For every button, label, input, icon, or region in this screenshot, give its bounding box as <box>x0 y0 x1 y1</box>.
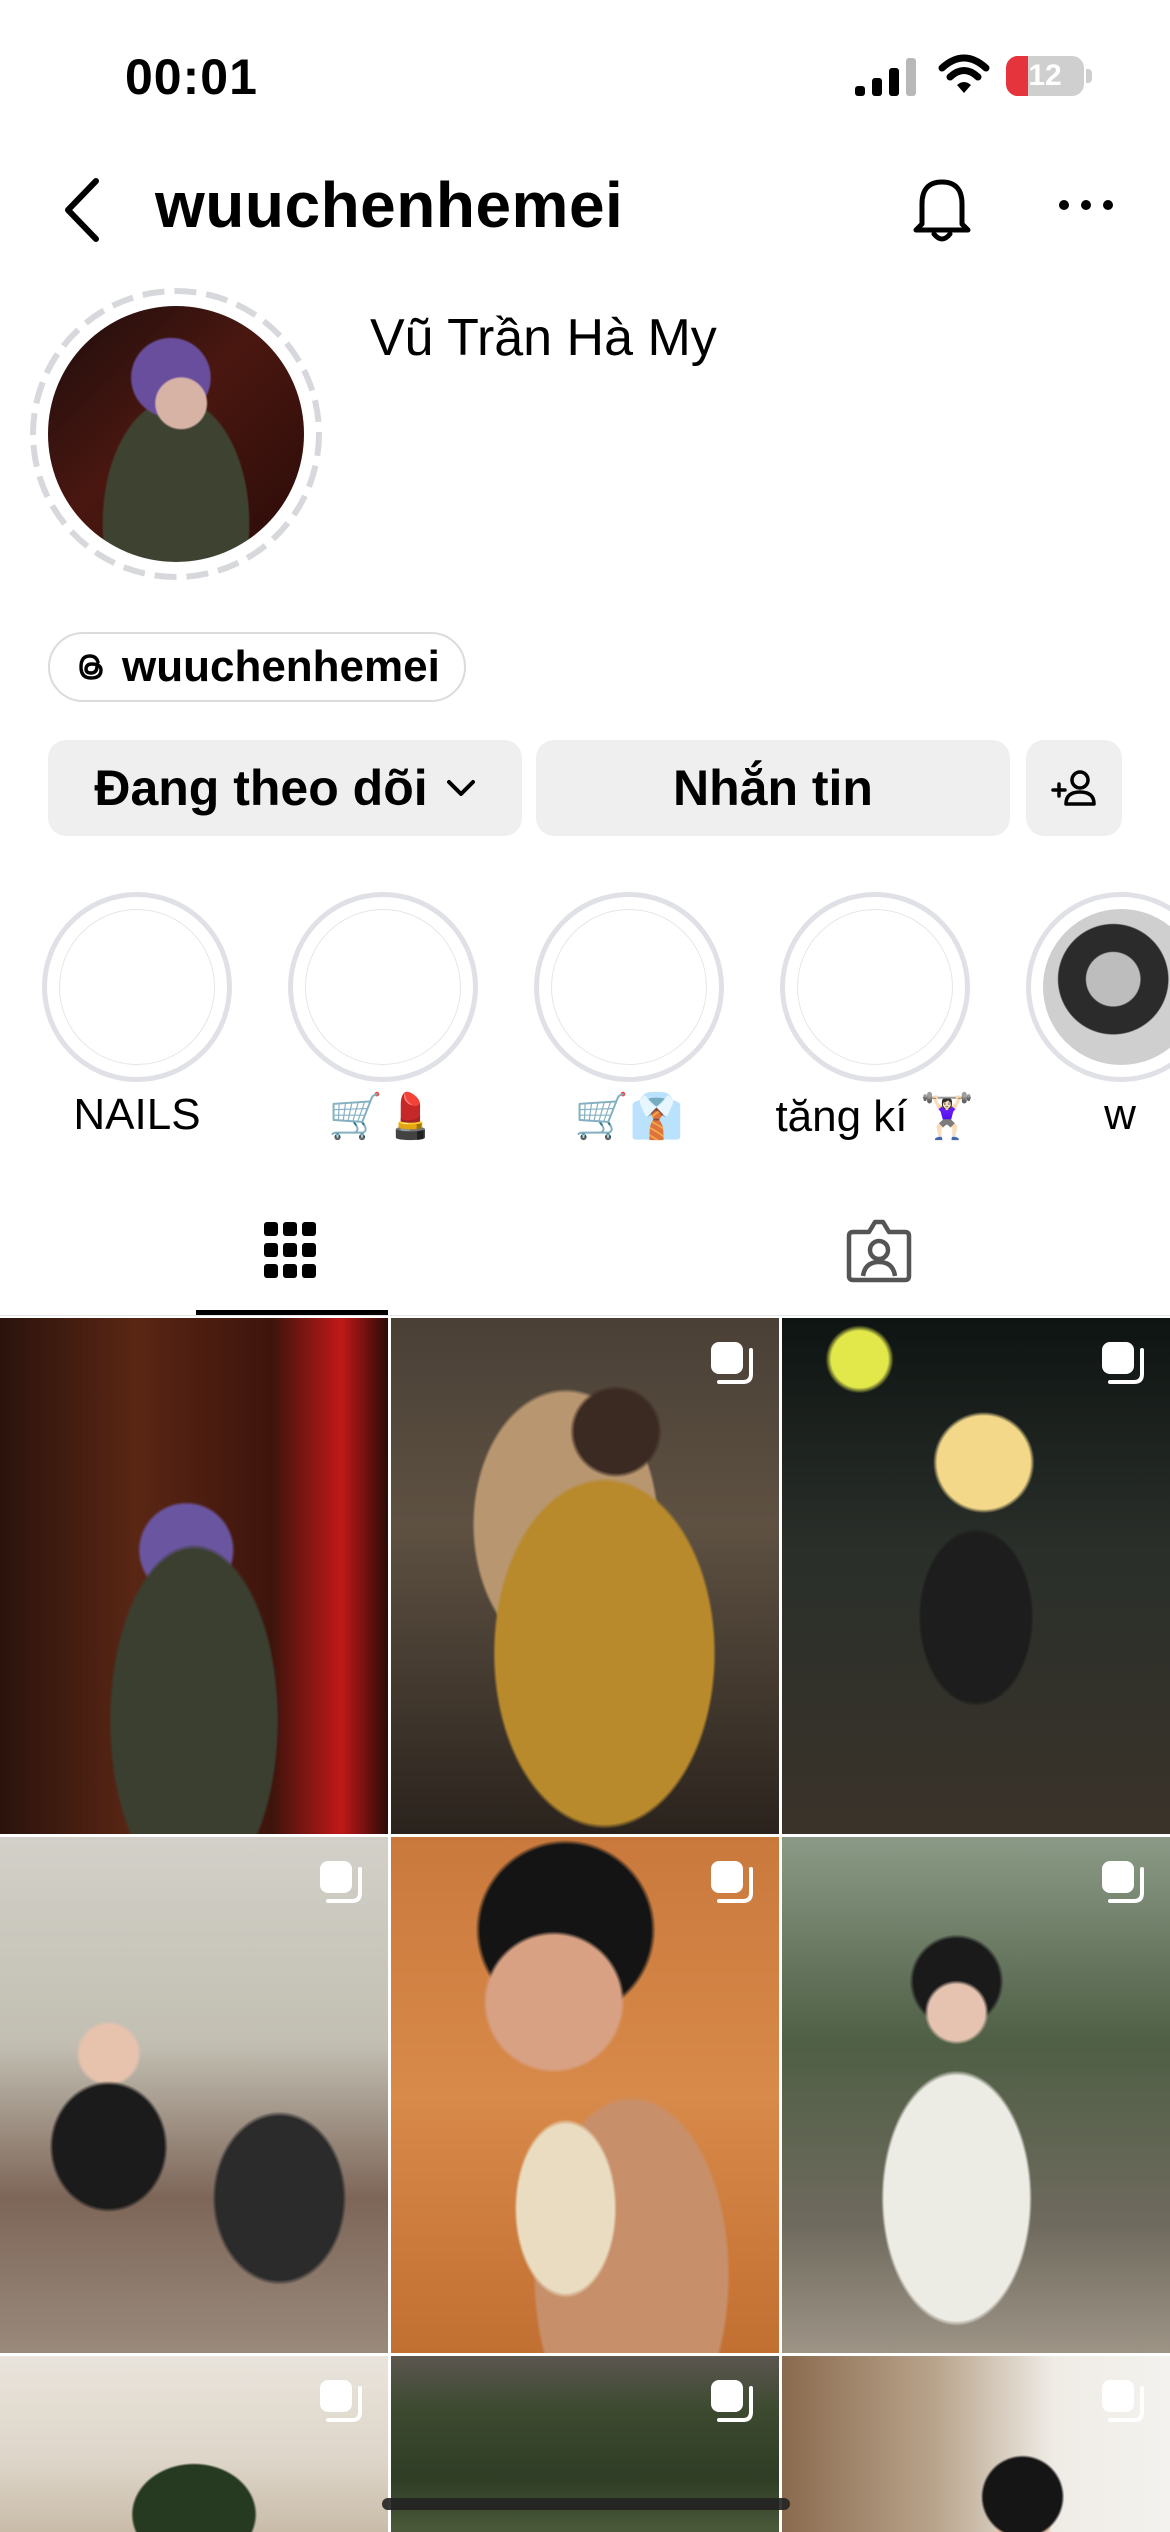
profile-username: wuuchenhemei <box>155 169 624 241</box>
multiple-photos-icon <box>711 1861 753 1903</box>
cellular-signal-icon <box>855 58 916 96</box>
tagged-person-icon[interactable] <box>843 1216 915 1284</box>
highlight-shopping-beauty[interactable] <box>288 892 478 1082</box>
highlight-shopping-fashion[interactable] <box>534 892 724 1082</box>
battery-indicator: 12 <box>1006 56 1092 96</box>
post-thumbnail[interactable] <box>391 1837 779 2353</box>
multiple-photos-icon <box>320 1861 362 1903</box>
home-indicator[interactable] <box>382 2498 790 2510</box>
highlight-label: tăng kí 🏋🏻‍♀️ <box>775 1092 975 1141</box>
add-person-icon <box>1051 770 1096 806</box>
multiple-photos-icon <box>1102 1861 1144 1903</box>
multiple-photos-icon <box>711 1342 753 1384</box>
post-thumbnail[interactable] <box>782 2356 1170 2532</box>
highlight-weight-gain[interactable] <box>780 892 970 1082</box>
highlight-label: 🛒👔 <box>574 1092 684 1141</box>
post-thumbnail[interactable] <box>0 1318 388 1834</box>
multiple-photos-icon <box>1102 1342 1144 1384</box>
highlight-label: NAILS <box>73 1090 201 1139</box>
status-time: 00:01 <box>125 49 258 105</box>
highlight-label: w <box>1104 1090 1136 1139</box>
tab-divider <box>0 1315 1170 1316</box>
post-thumbnail[interactable] <box>0 2356 388 2532</box>
profile-avatar[interactable] <box>48 306 304 562</box>
suggest-people-button[interactable] <box>1026 740 1122 836</box>
message-button[interactable]: Nhắn tin <box>536 740 1010 836</box>
threads-handle: wuuchenhemei <box>122 642 440 691</box>
post-thumbnail[interactable] <box>782 1837 1170 2353</box>
post-thumbnail[interactable] <box>782 1318 1170 1834</box>
following-label: Đang theo dõi <box>94 760 428 816</box>
grid-icon[interactable] <box>262 1216 318 1284</box>
highlight-label: 🛒💄 <box>328 1092 438 1141</box>
message-label: Nhắn tin <box>673 760 873 816</box>
threads-icon <box>79 654 103 680</box>
threads-profile-link[interactable]: wuuchenhemei <box>48 632 466 702</box>
back-arrow-icon[interactable] <box>58 175 108 245</box>
notification-bell-icon[interactable] <box>908 172 976 244</box>
following-button[interactable]: Đang theo dõi <box>48 740 522 836</box>
post-thumbnail[interactable] <box>0 1837 388 2353</box>
more-options-icon[interactable] <box>1058 195 1114 215</box>
multiple-photos-icon <box>320 2380 362 2422</box>
multiple-photos-icon <box>1102 2380 1144 2422</box>
highlight-w[interactable] <box>1026 892 1170 1082</box>
post-thumbnail[interactable] <box>391 1318 779 1834</box>
wifi-icon <box>938 54 990 93</box>
chevron-down-icon <box>446 780 475 796</box>
profile-full-name: Vũ Trần Hà My <box>370 309 717 367</box>
multiple-photos-icon <box>711 2380 753 2422</box>
battery-level: 12 <box>1028 59 1062 92</box>
highlight-nails[interactable] <box>42 892 232 1082</box>
